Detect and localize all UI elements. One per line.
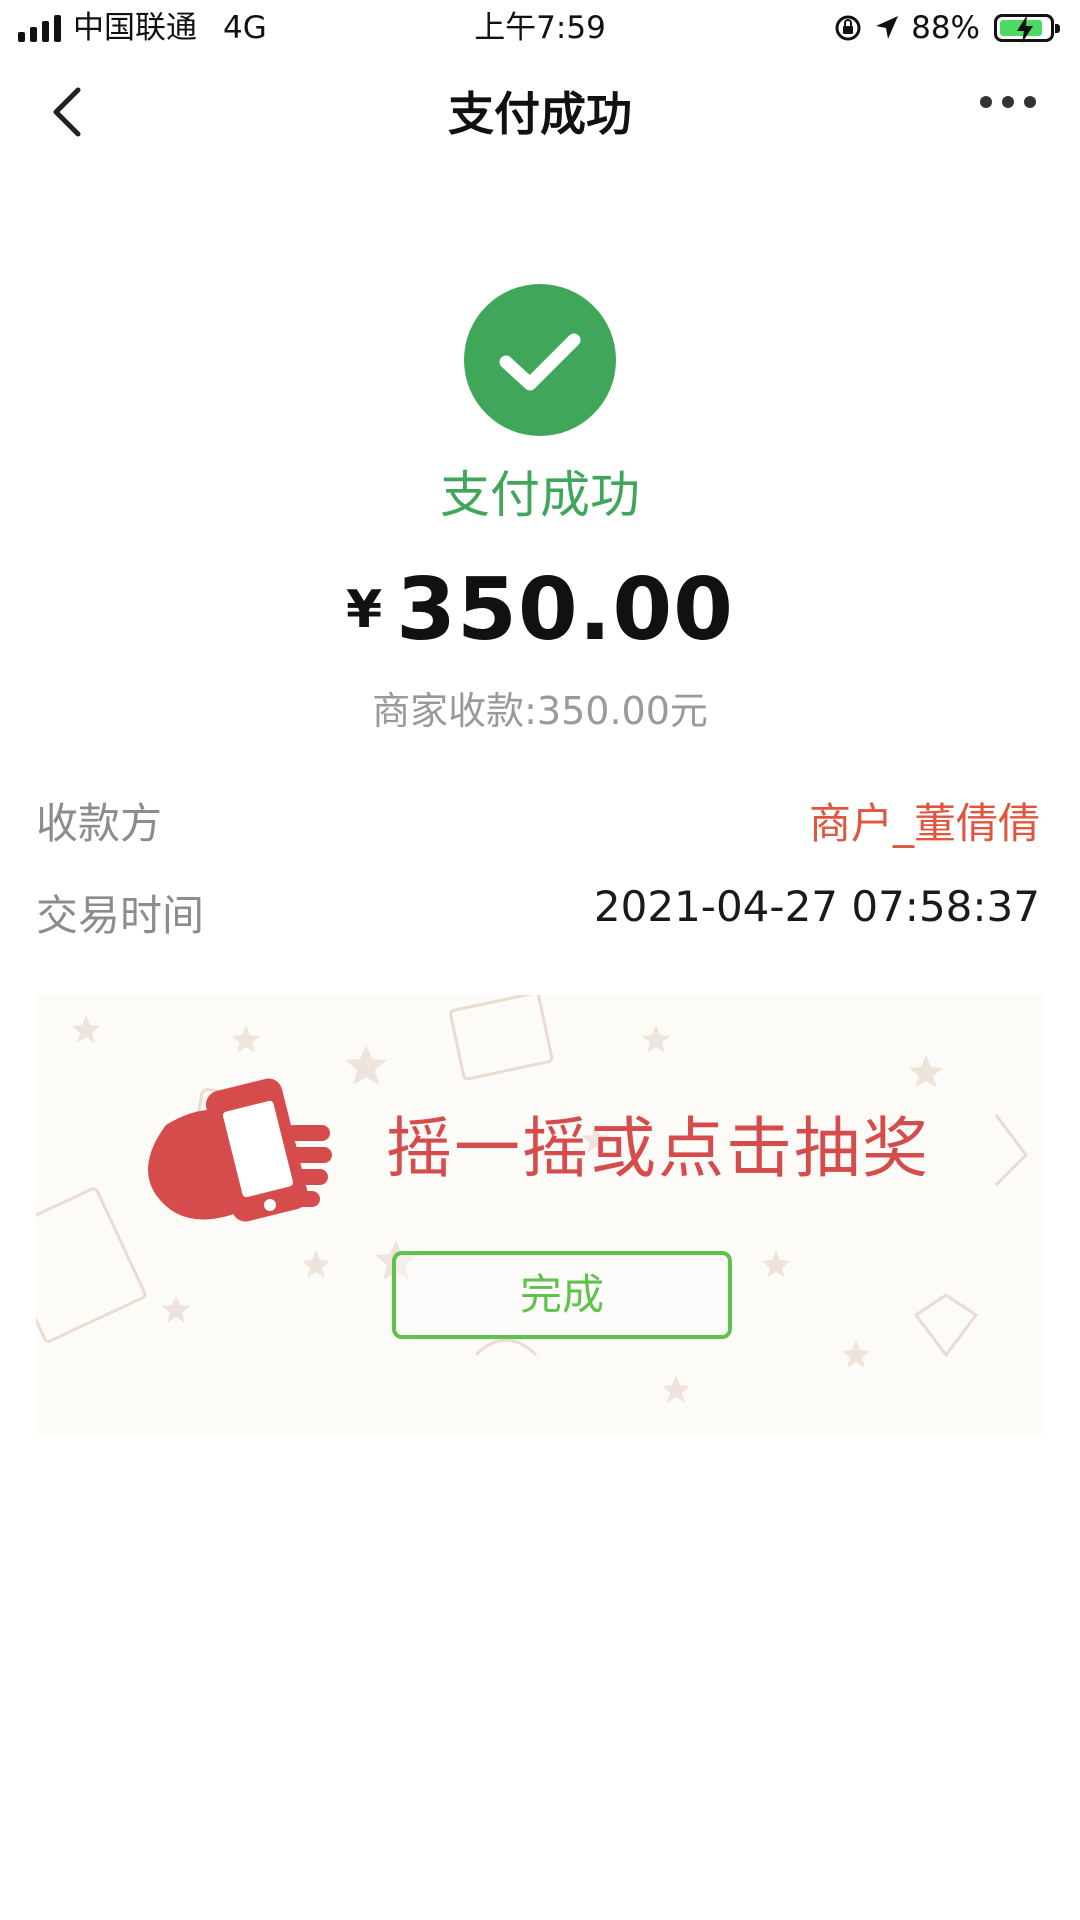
transaction-time-label: 交易时间 xyxy=(36,891,205,940)
clock: 上午7:59 xyxy=(474,10,606,46)
page-title: 支付成功 xyxy=(448,87,632,141)
battery-percent: 88% xyxy=(911,10,980,46)
nav-bar: 支付成功 xyxy=(0,56,1080,166)
payment-amount: 350.00 xyxy=(396,560,735,660)
lottery-prompt: 摇一摇或点击抽奖 xyxy=(386,1110,930,1187)
payee-label: 收款方 xyxy=(36,799,163,848)
lottery-banner[interactable]: 摇一摇或点击抽奖 完成 xyxy=(36,995,1044,1435)
shake-phone-icon xyxy=(148,1078,332,1222)
payment-status: 支付成功 xyxy=(440,466,640,524)
payee-row: 收款方 商户_董倩倩 xyxy=(36,790,1040,850)
success-check-icon xyxy=(464,284,616,436)
currency-symbol: ¥ xyxy=(345,580,383,640)
status-bar-right: 88% xyxy=(833,8,1060,48)
status-bar: 中国联通 4G 上午7:59 88% xyxy=(0,0,1080,56)
merchant-received-text: 商家收款:350.00元 xyxy=(372,689,708,733)
battery-charging-icon xyxy=(994,14,1060,43)
done-button[interactable]: 完成 xyxy=(392,1251,732,1339)
transaction-time-row: 交易时间 2021-04-27 07:58:37 xyxy=(36,882,1040,942)
location-icon xyxy=(876,16,899,39)
transaction-time-value: 2021-04-27 07:58:37 xyxy=(593,882,1040,931)
payee-value: 商户_董倩倩 xyxy=(808,799,1040,848)
amount-row: ¥350.00 xyxy=(0,560,1080,660)
more-icon[interactable] xyxy=(980,96,1036,108)
rotation-lock-icon xyxy=(835,15,861,41)
